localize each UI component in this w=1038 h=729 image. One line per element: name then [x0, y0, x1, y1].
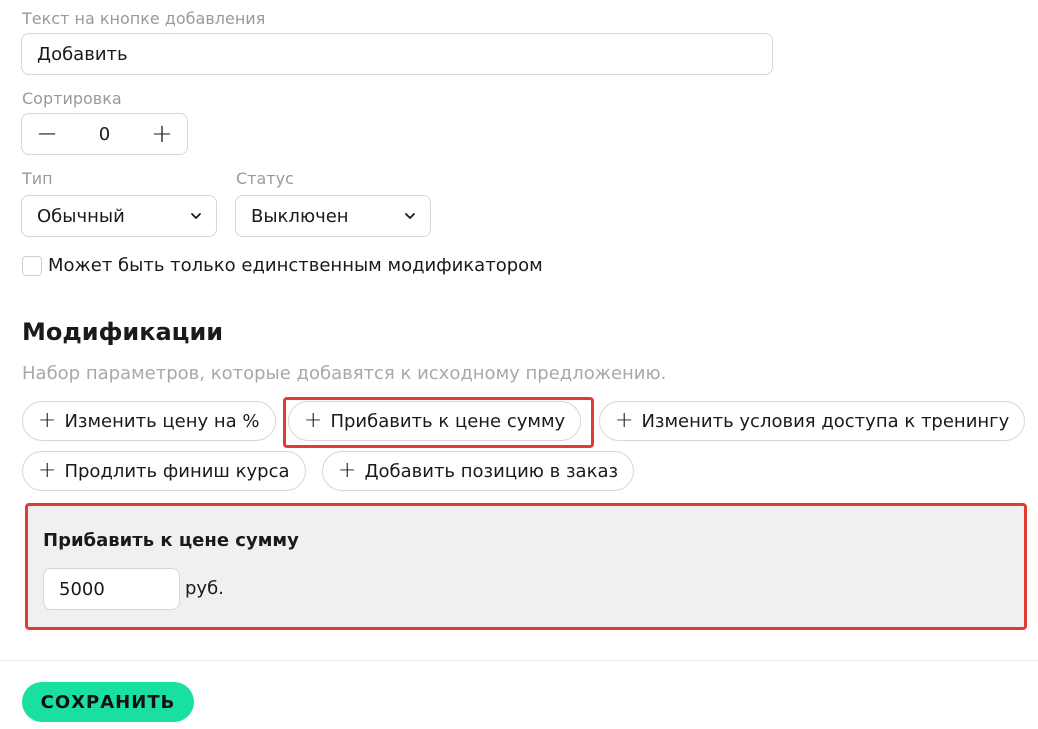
- increment-button[interactable]: +: [151, 121, 173, 147]
- chip-label: Продлить финиш курса: [64, 460, 290, 482]
- sort-stepper[interactable]: − 0 +: [21, 113, 188, 155]
- footer-divider: [0, 660, 1038, 661]
- chevron-down-icon: [405, 213, 415, 219]
- sum-field[interactable]: [43, 568, 180, 610]
- selected-chip-highlight: [283, 397, 594, 448]
- status-select[interactable]: Выключен: [235, 195, 431, 237]
- currency-unit: руб.: [185, 578, 224, 599]
- add-button-text-field[interactable]: [21, 33, 773, 75]
- status-label: Статус: [236, 169, 294, 188]
- sort-value[interactable]: 0: [99, 124, 110, 145]
- section-title: Модификации: [22, 318, 224, 346]
- chip-label: Изменить условия доступа к тренингу: [641, 410, 1010, 432]
- add-button-text-label: Текст на кнопке добавления: [22, 9, 266, 28]
- chip-label: Добавить позицию в заказ: [364, 460, 619, 482]
- single-modifier-checkbox[interactable]: [22, 255, 42, 276]
- type-select[interactable]: Обычный: [21, 195, 217, 237]
- chip-add-order-item[interactable]: + Добавить позицию в заказ: [322, 451, 635, 491]
- decrement-button[interactable]: −: [36, 121, 58, 147]
- single-modifier-label[interactable]: Может быть только единственным модификат…: [48, 255, 543, 276]
- chip-change-access-conditions[interactable]: + Изменить условия доступа к тренингу: [599, 401, 1026, 441]
- plus-icon: +: [38, 458, 57, 483]
- type-select-value: Обычный: [37, 205, 125, 227]
- panel-title: Прибавить к цене сумму: [43, 530, 299, 551]
- single-modifier-row[interactable]: Может быть только единственным модификат…: [22, 255, 543, 276]
- section-subtitle: Набор параметров, которые добавятся к ис…: [22, 363, 667, 384]
- type-label: Тип: [22, 169, 53, 188]
- sum-input[interactable]: [44, 578, 179, 600]
- chevron-down-icon: [191, 213, 201, 219]
- chip-label: Изменить цену на %: [64, 410, 260, 432]
- plus-icon: +: [38, 408, 57, 433]
- add-sum-panel: Прибавить к цене сумму руб.: [25, 503, 1027, 630]
- plus-icon: +: [615, 408, 634, 433]
- status-select-value: Выключен: [251, 205, 349, 227]
- sort-label: Сортировка: [22, 89, 122, 108]
- save-button[interactable]: СОХРАНИТЬ: [22, 682, 194, 722]
- plus-icon: +: [338, 458, 357, 483]
- chip-extend-course-finish[interactable]: + Продлить финиш курса: [22, 451, 306, 491]
- chip-change-price-percent[interactable]: + Изменить цену на %: [22, 401, 276, 441]
- add-button-text-input[interactable]: [22, 43, 772, 65]
